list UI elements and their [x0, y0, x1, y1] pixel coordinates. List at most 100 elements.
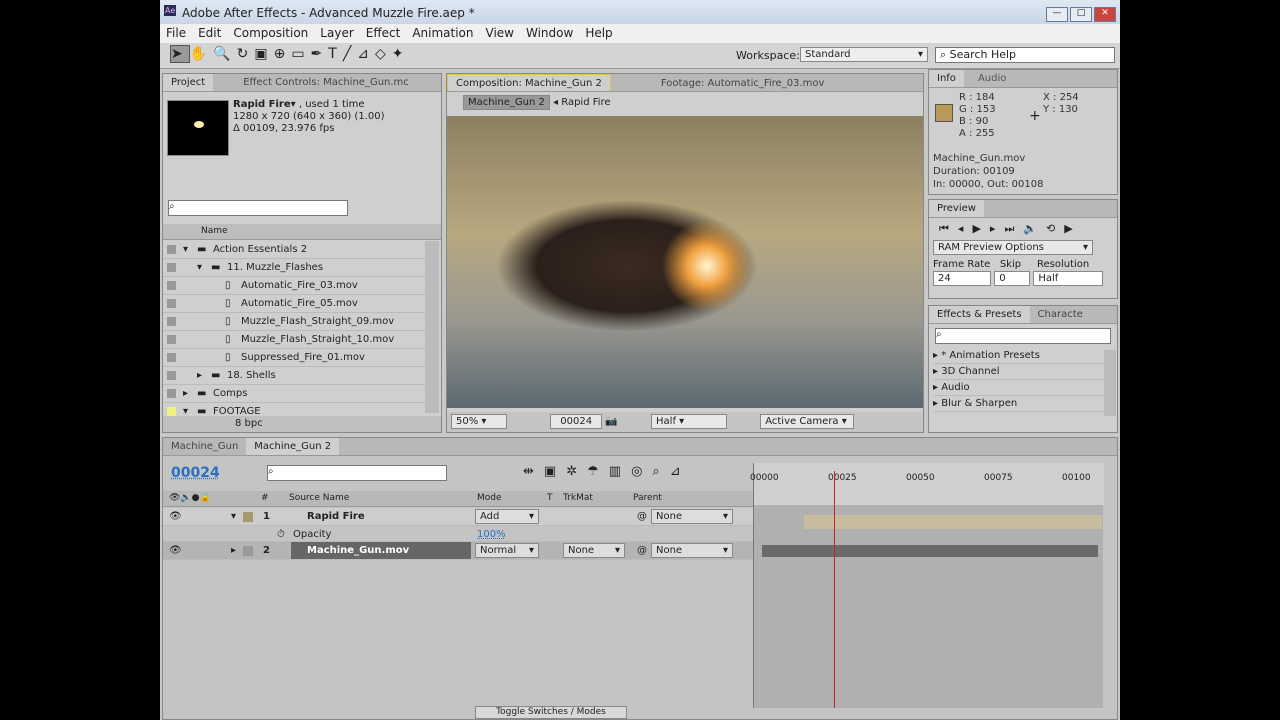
ram-preview-icon[interactable]: ▶: [1064, 222, 1081, 235]
effects-category[interactable]: ▸ Audio: [933, 380, 1103, 396]
project-item[interactable]: ▾ ▬ Action Essentials 2: [163, 241, 425, 259]
label-color[interactable]: [167, 299, 176, 308]
brainstorm-icon[interactable]: ◎: [631, 464, 652, 479]
project-item[interactable]: ▾ ▬ 11. Muzzle_Flashes: [163, 259, 425, 277]
twirl-closed-icon[interactable]: ▸: [197, 367, 202, 384]
twirl-open-icon[interactable]: ▾: [231, 508, 236, 525]
timeline-search-input[interactable]: ⌕: [267, 465, 447, 481]
label-color[interactable]: [167, 263, 176, 272]
label-color[interactable]: [243, 512, 253, 522]
name-column-header[interactable]: Name: [163, 224, 441, 240]
label-color[interactable]: [167, 317, 176, 326]
close-button[interactable]: ✕: [1094, 7, 1116, 22]
pickwhip-icon[interactable]: @: [637, 542, 647, 559]
menu-composition[interactable]: Composition: [227, 24, 314, 42]
resolution-preview-select[interactable]: Half: [1033, 271, 1104, 286]
search-help-input[interactable]: ⌕ Search Help: [935, 47, 1115, 63]
tab-preview[interactable]: Preview: [929, 200, 984, 217]
project-item[interactable]: ▯ Automatic_Fire_03.mov: [163, 277, 425, 295]
rotate-tool-icon[interactable]: ↻: [237, 46, 255, 62]
audio-icon[interactable]: 🔈: [1023, 222, 1046, 235]
pan-behind-icon[interactable]: ⊕: [274, 46, 292, 62]
tab-effects-presets[interactable]: Effects & Presets: [929, 306, 1030, 323]
maximize-button[interactable]: □: [1070, 7, 1092, 22]
ram-preview-select[interactable]: RAM Preview Options ▾: [933, 240, 1093, 255]
layer-parent-select[interactable]: None ▾: [651, 509, 733, 524]
twirl-closed-icon[interactable]: ▸: [231, 542, 236, 559]
effects-scrollbar[interactable]: [1104, 350, 1116, 416]
layer-parent-select[interactable]: None ▾: [651, 543, 733, 558]
workspace-select[interactable]: Standard ▾: [800, 47, 928, 62]
menu-edit[interactable]: Edit: [192, 24, 227, 42]
graph-editor-icon[interactable]: ⌕: [652, 464, 669, 479]
effects-category[interactable]: ▸ Blur & Sharpen: [933, 396, 1103, 412]
layer-trkmat-select[interactable]: None ▾: [563, 543, 625, 558]
label-color[interactable]: [167, 245, 176, 254]
toggle-switches-modes-button[interactable]: Toggle Switches / Modes: [475, 706, 627, 719]
bpc-button[interactable]: 8 bpc: [235, 418, 263, 429]
tab-project[interactable]: Project: [163, 74, 214, 91]
minimize-button[interactable]: —: [1046, 7, 1068, 22]
last-frame-icon[interactable]: ⏭: [1004, 222, 1023, 235]
label-color[interactable]: [167, 389, 176, 398]
project-item[interactable]: ▯ Suppressed_Fire_01.mov: [163, 349, 425, 367]
layer-row[interactable]: 👁 ▾ 1 Rapid Fire Add ▾ @ None ▾: [163, 508, 753, 526]
menu-effect[interactable]: Effect: [360, 24, 407, 42]
project-item[interactable]: ▸ ▬ Comps: [163, 385, 425, 403]
label-color[interactable]: [167, 371, 176, 380]
brush-tool-icon[interactable]: ╱: [343, 46, 357, 62]
tab-timeline-machine-gun-2[interactable]: Machine_Gun 2: [246, 438, 340, 455]
tab-character[interactable]: Characte: [1030, 306, 1091, 323]
layer-name[interactable]: Machine_Gun.mov: [291, 542, 471, 559]
prev-frame-icon[interactable]: ◂: [958, 222, 973, 235]
first-frame-icon[interactable]: ⏮: [939, 222, 958, 235]
label-color[interactable]: [167, 281, 176, 290]
loop-icon[interactable]: ⟲: [1046, 222, 1064, 235]
auto-keyframe-icon[interactable]: ⊿: [670, 464, 691, 479]
clone-tool-icon[interactable]: ⊿: [357, 46, 375, 62]
rectangle-tool-icon[interactable]: ▭: [291, 46, 310, 62]
tab-info[interactable]: Info: [929, 70, 964, 87]
camera-select[interactable]: Active Camera ▾: [760, 414, 855, 429]
selection-tool-icon[interactable]: ➤: [170, 45, 190, 63]
snapshot-icon[interactable]: 📷: [605, 416, 617, 427]
layer-mode-select[interactable]: Add ▾: [475, 509, 539, 524]
project-item[interactable]: ▯ Muzzle_Flash_Straight_09.mov: [163, 313, 425, 331]
current-time-field[interactable]: 00024: [550, 414, 603, 429]
layer-name[interactable]: Rapid Fire: [307, 508, 365, 525]
eye-icon[interactable]: 👁: [169, 542, 182, 559]
motion-blur-icon[interactable]: ▥: [609, 464, 631, 479]
label-color[interactable]: [167, 335, 176, 344]
label-color[interactable]: [167, 353, 176, 362]
tab-timeline-machine-gun[interactable]: Machine_Gun: [163, 438, 246, 455]
twirl-open-icon[interactable]: ▾: [183, 241, 188, 258]
tab-footage[interactable]: Footage: Automatic_Fire_03.mov: [611, 75, 833, 91]
effects-search-input[interactable]: ⌕: [935, 328, 1111, 344]
effects-category[interactable]: ▸ 3D Channel: [933, 364, 1103, 380]
menu-view[interactable]: View: [480, 24, 520, 42]
project-scrollbar[interactable]: [425, 241, 439, 413]
eye-icon[interactable]: 👁: [169, 508, 182, 525]
layer-mode-select[interactable]: Normal ▾: [475, 543, 539, 558]
zoom-tool-icon[interactable]: 🔍: [213, 46, 236, 62]
hand-tool-icon[interactable]: ✋: [190, 46, 213, 62]
menu-window[interactable]: Window: [520, 24, 579, 42]
effects-category[interactable]: ▸ * Animation Presets: [933, 348, 1103, 364]
frame-blending-icon[interactable]: ☂: [587, 464, 609, 479]
project-search-input[interactable]: ⌕: [168, 200, 348, 216]
breadcrumb-layer[interactable]: Rapid Fire: [561, 97, 610, 108]
frame-rate-select[interactable]: 24: [933, 271, 991, 286]
time-ruler[interactable]: 00000 00025 00050 00075 00100: [750, 463, 1104, 505]
eraser-tool-icon[interactable]: ◇: [375, 46, 392, 62]
twirl-open-icon[interactable]: ▾: [197, 259, 202, 276]
col-source-name[interactable]: Source Name: [289, 491, 349, 506]
hide-shy-icon[interactable]: ✲: [566, 464, 587, 479]
opacity-value[interactable]: 100%: [477, 526, 506, 543]
tab-effect-controls[interactable]: Effect Controls: Machine_Gun.mc: [213, 74, 417, 91]
skip-select[interactable]: 0: [994, 271, 1031, 286]
stopwatch-icon[interactable]: ⏱: [277, 526, 285, 543]
timeline-timecode[interactable]: 00024: [171, 465, 220, 481]
magnification-select[interactable]: 50% ▾: [451, 414, 507, 429]
label-color[interactable]: [167, 407, 176, 416]
tab-audio[interactable]: Audio: [964, 70, 1014, 87]
